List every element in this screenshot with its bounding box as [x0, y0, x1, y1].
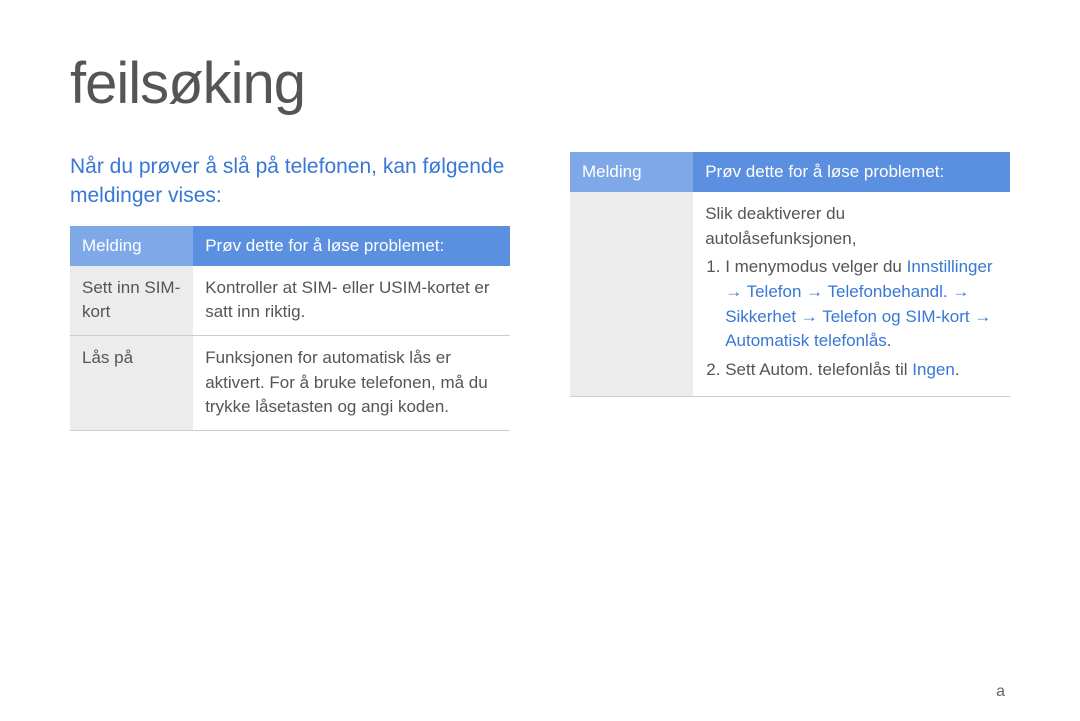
right-row-sol: Slik deaktiverer du autolåsefunksjonen, …: [693, 192, 1010, 397]
right-steps-list: I menymodus velger du Innstillinger → Te…: [705, 255, 998, 382]
page-marker: a: [996, 683, 1005, 701]
page-title: feilsøking: [70, 50, 1010, 117]
right-column: Melding Prøv dette for å løse problemet:…: [570, 152, 1010, 431]
left-section-heading: Når du prøver å slå på telefonen, kan fø…: [70, 152, 510, 211]
left-row0-msg: Sett inn SIM-kort: [70, 266, 193, 336]
step1-prefix: I menymodus velger du: [725, 257, 906, 276]
right-table: Melding Prøv dette for å løse problemet:…: [570, 152, 1010, 397]
list-item: I menymodus velger du Innstillinger → Te…: [725, 255, 998, 354]
columns-wrapper: Når du prøver å slå på telefonen, kan fø…: [70, 152, 1010, 431]
left-table: Melding Prøv dette for å løse problemet:…: [70, 226, 510, 431]
left-row1-msg: Lås på: [70, 336, 193, 431]
table-row: Sett inn SIM-kort Kontroller at SIM- ell…: [70, 266, 510, 336]
step2-suffix: .: [955, 360, 960, 379]
left-row1-sol: Funksjonen for automatisk lås er aktiver…: [193, 336, 510, 431]
table-row: Lås på Funksjonen for automatisk lås er …: [70, 336, 510, 431]
left-row0-sol: Kontroller at SIM- eller USIM-kortet er …: [193, 266, 510, 336]
left-column: Når du prøver å slå på telefonen, kan fø…: [70, 152, 510, 431]
right-th-sol: Prøv dette for å løse problemet:: [693, 152, 1010, 192]
right-row-intro: Slik deaktiverer du autolåsefunksjonen,: [705, 204, 856, 248]
step1-suffix: .: [887, 331, 892, 350]
left-th-msg: Melding: [70, 226, 193, 266]
right-row-msg: [570, 192, 693, 397]
table-header-row: Melding Prøv dette for å løse problemet:: [570, 152, 1010, 192]
left-th-sol: Prøv dette for å løse problemet:: [193, 226, 510, 266]
list-item: Sett Autom. telefonlås til Ingen.: [725, 358, 998, 383]
table-row: Slik deaktiverer du autolåsefunksjonen, …: [570, 192, 1010, 397]
right-th-msg: Melding: [570, 152, 693, 192]
step2-prefix: Sett Autom. telefonlås til: [725, 360, 912, 379]
table-header-row: Melding Prøv dette for å løse problemet:: [70, 226, 510, 266]
step2-link: Ingen: [912, 360, 955, 379]
